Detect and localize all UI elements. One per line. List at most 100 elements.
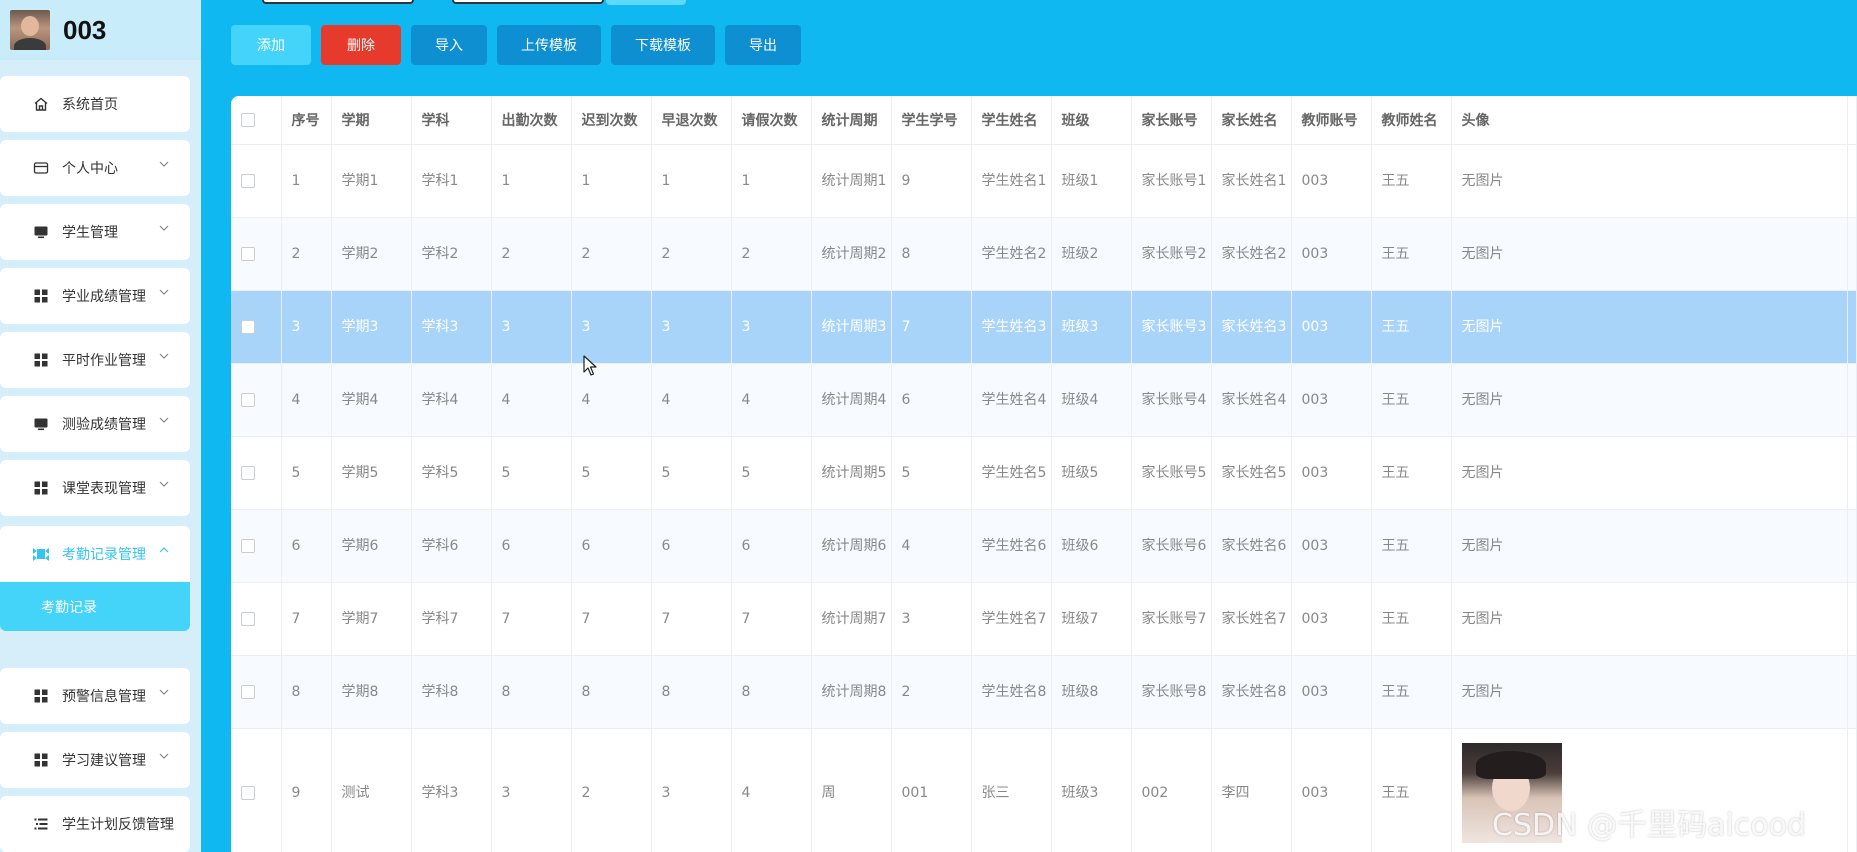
row-checkbox[interactable] [241, 611, 255, 626]
sidebar-item-label: 测验成绩管理 [62, 417, 146, 433]
upload-template-button[interactable]: 上传模板 [497, 25, 601, 65]
chevron-down-icon[interactable] [158, 750, 170, 762]
chevron-down-icon[interactable] [158, 158, 170, 170]
delete-button[interactable]: 删除 [321, 25, 401, 65]
search-button-stub[interactable] [606, 0, 686, 5]
row-checkbox[interactable] [241, 392, 255, 407]
table-cell: 测试 [331, 728, 412, 852]
search-input-stub[interactable] [262, 0, 414, 4]
table-row[interactable]: 8 学期8 学科8 8 8 8 8 统计周期8 2 学生姓名8 班级8 家长账号8 家长姓名8 003 王五… [231, 655, 1857, 729]
column-header: 序号 [281, 96, 332, 145]
row-checkbox[interactable] [241, 684, 255, 699]
table-row[interactable]: 4 学期4 学科4 4 4 4 4 统计周期4 6 学生姓名4 班级4 家长账号4 家长姓名4 003 王五… [231, 363, 1857, 437]
table-cell: 5 [571, 436, 652, 510]
username: 003 [63, 14, 107, 45]
import-button[interactable]: 导入 [411, 25, 487, 65]
table-cell: 9 [281, 728, 332, 852]
export-button[interactable]: 导出 [725, 25, 801, 65]
table-row[interactable]: 6 学期6 学科6 6 6 6 6 统计周期6 4 学生姓名6 班级6 家长账号6 家长姓名6 003 王五… [231, 509, 1857, 583]
sidebar-item-3[interactable]: 学业成绩管理 [0, 268, 190, 324]
chevron-down-icon[interactable] [158, 222, 170, 234]
table-cell: 5 [731, 436, 812, 510]
sidebar-item-5[interactable]: 测验成绩管理 [0, 396, 190, 452]
row-select-cell[interactable] [231, 582, 282, 656]
avatar[interactable] [10, 10, 50, 50]
row-select-cell[interactable] [231, 217, 282, 291]
sidebar-item-label: 学业成绩管理 [62, 289, 146, 305]
sidebar-item-label: 考勤记录管理 [62, 547, 146, 563]
table-cell: 统计周期3 [811, 290, 892, 364]
grid-icon [32, 479, 50, 497]
table-cell: 张三 [971, 728, 1052, 852]
row-checkbox[interactable] [241, 246, 255, 261]
table-cell: 王五 [1371, 363, 1452, 437]
sidebar-item-9[interactable]: 学习建议管理 [0, 732, 190, 788]
table-cell: 学生姓名5 [971, 436, 1052, 510]
table-row[interactable]: 2 学期2 学科2 2 2 2 2 统计周期2 8 学生姓名2 班级2 家长账号2 家长姓名2 003 王五… [231, 217, 1857, 291]
column-header: 迟到次数 [571, 96, 652, 145]
row-checkbox[interactable] [241, 538, 255, 553]
sidebar-item-1[interactable]: 个人中心 [0, 140, 190, 196]
sidebar-item-8[interactable]: 预警信息管理 [0, 668, 190, 724]
download-template-button[interactable]: 下载模板 [611, 25, 715, 65]
monitor-icon [32, 415, 50, 433]
table-cell: 3 [731, 290, 812, 364]
chevron-down-icon[interactable] [158, 350, 170, 362]
table-cell: 6 [651, 509, 732, 583]
chevron-down-icon[interactable] [158, 286, 170, 298]
search-input-stub-2[interactable] [452, 0, 604, 4]
add-button[interactable]: 添加 [231, 25, 311, 65]
table-cell: 统计周期6 [811, 509, 892, 583]
avatar-cell: 无图片 [1451, 509, 1848, 583]
column-header: 早退次数 [651, 96, 732, 145]
sidebar-item-2[interactable]: 学生管理 [0, 204, 190, 260]
sidebar-item-0[interactable]: 系统首页 [0, 76, 190, 132]
sidebar-item-6[interactable]: 课堂表现管理 [0, 460, 190, 516]
column-header: 头像 [1451, 96, 1848, 145]
row-select-cell[interactable] [231, 144, 282, 218]
select-all-checkbox[interactable] [241, 112, 255, 127]
table-cell: 003 [1291, 655, 1372, 729]
row-checkbox[interactable] [241, 319, 255, 334]
table-cell: 3 [281, 290, 332, 364]
table-row[interactable]: 5 学期5 学科5 5 5 5 5 统计周期5 5 学生姓名5 班级5 家长账号5 家长姓名5 003 王五… [231, 436, 1857, 510]
table-cell: 学科1 [411, 144, 492, 218]
actions-cell: 查看修改删除 [1847, 436, 1857, 510]
grid-icon [32, 287, 50, 305]
table-cell: 家长账号6 [1131, 509, 1212, 583]
column-header: 班级 [1051, 96, 1132, 145]
table-cell: 3 [651, 290, 732, 364]
row-checkbox[interactable] [241, 786, 255, 800]
table-cell: 003 [1291, 582, 1372, 656]
sidebar-item-7[interactable]: 考勤记录管理 [0, 526, 190, 582]
chevron-down-icon[interactable] [158, 814, 170, 826]
table-row[interactable]: 3 学期3 学科3 3 3 3 3 统计周期3 7 学生姓名3 班级3 家长账号3 家长姓名3 003 王五… [231, 290, 1857, 364]
row-select-cell[interactable] [231, 655, 282, 729]
user-header: 003 [0, 0, 201, 60]
row-select-cell[interactable] [231, 436, 282, 510]
column-header: 教师账号 [1291, 96, 1372, 145]
select-all-cell[interactable] [231, 96, 282, 145]
submenu-item-attendance-records[interactable]: 考勤记录 [0, 582, 190, 631]
table-cell: 家长姓名1 [1211, 144, 1292, 218]
chevron-up-icon[interactable] [158, 544, 170, 556]
table-cell: 7 [571, 582, 652, 656]
sidebar-item-4[interactable]: 平时作业管理 [0, 332, 190, 388]
table-cell: 李四 [1211, 728, 1292, 852]
row-checkbox[interactable] [241, 465, 255, 480]
chevron-down-icon[interactable] [158, 686, 170, 698]
table-cell: 5 [281, 436, 332, 510]
table-row[interactable]: 1 学期1 学科1 1 1 1 1 统计周期1 9 学生姓名1 班级1 家长账号1 家长姓名1 003 王五… [231, 144, 1857, 218]
table-row[interactable]: 7 学期7 学科7 7 7 7 7 统计周期7 3 学生姓名7 班级7 家长账号7 家长姓名7 003 王五… [231, 582, 1857, 656]
row-select-cell[interactable] [231, 363, 282, 437]
row-select-cell[interactable] [231, 290, 282, 364]
row-select-cell[interactable] [231, 509, 282, 583]
row-select-cell[interactable] [231, 728, 282, 852]
sidebar-item-10[interactable]: 学生计划反馈管理 [0, 796, 190, 852]
row-checkbox[interactable] [241, 173, 255, 188]
chevron-down-icon[interactable] [158, 414, 170, 426]
table-cell: 8 [731, 655, 812, 729]
table-cell: 王五 [1371, 290, 1452, 364]
chevron-down-icon[interactable] [158, 478, 170, 490]
table-cell: 7 [281, 582, 332, 656]
